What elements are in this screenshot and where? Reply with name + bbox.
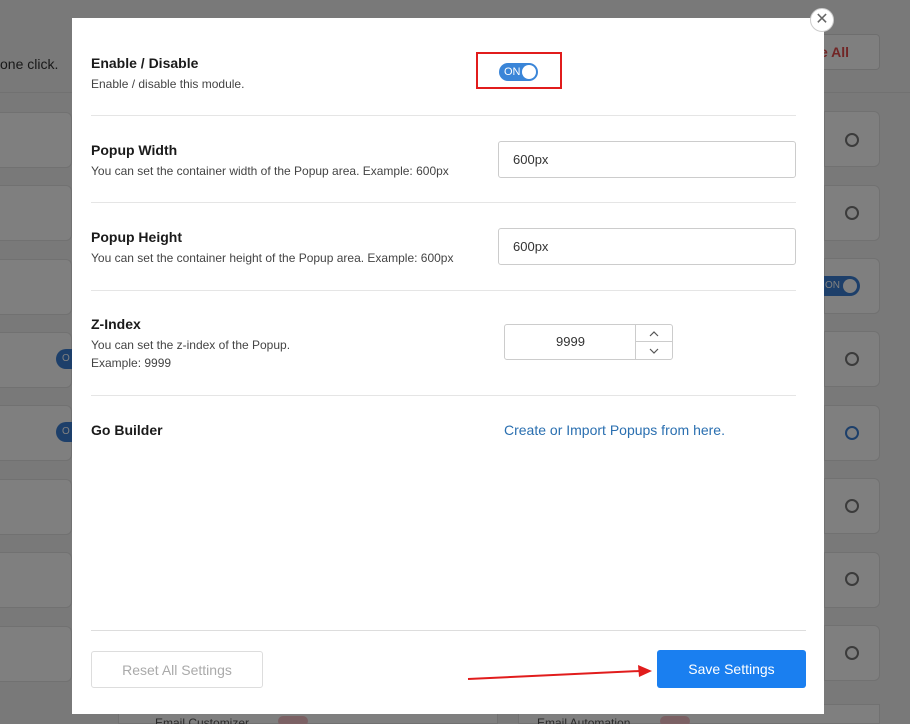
- enable-description: Enable / disable this module.: [91, 77, 245, 91]
- z-index-setting: Z-Index You can set the z-index of the P…: [91, 316, 796, 372]
- popup-height-input[interactable]: [498, 228, 796, 265]
- divider: [91, 395, 796, 396]
- z-index-title: Z-Index: [91, 316, 141, 332]
- z-index-description-line1: You can set the z-index of the Popup.: [91, 338, 291, 352]
- toggle-knob: [522, 65, 536, 79]
- z-index-description: You can set the z-index of the Popup. Ex…: [91, 336, 796, 372]
- popup-width-input[interactable]: [498, 141, 796, 178]
- stepper-buttons: [635, 325, 672, 359]
- enable-title: Enable / Disable: [91, 55, 199, 71]
- footer-divider: [91, 630, 806, 631]
- close-symbol: ✕: [815, 11, 829, 28]
- divider: [91, 202, 796, 203]
- z-index-description-line2: Example: 9999: [91, 356, 172, 370]
- divider: [91, 115, 796, 116]
- chevron-down-icon[interactable]: [636, 342, 672, 359]
- chevron-up-icon[interactable]: [636, 325, 672, 342]
- settings-modal: Enable / Disable Enable / disable this m…: [72, 18, 824, 714]
- enable-toggle[interactable]: ON: [499, 63, 538, 81]
- save-settings-button[interactable]: Save Settings: [657, 650, 806, 688]
- reset-all-settings-button[interactable]: Reset All Settings: [91, 651, 263, 688]
- enable-setting: Enable / Disable Enable / disable this m…: [91, 55, 796, 93]
- z-index-stepper: 9999: [504, 324, 673, 360]
- create-import-popups-link[interactable]: Create or Import Popups from here.: [504, 422, 725, 438]
- close-icon[interactable]: ✕: [810, 8, 834, 32]
- divider: [91, 290, 796, 291]
- z-index-input[interactable]: 9999: [505, 325, 636, 359]
- toggle-label: ON: [504, 66, 521, 78]
